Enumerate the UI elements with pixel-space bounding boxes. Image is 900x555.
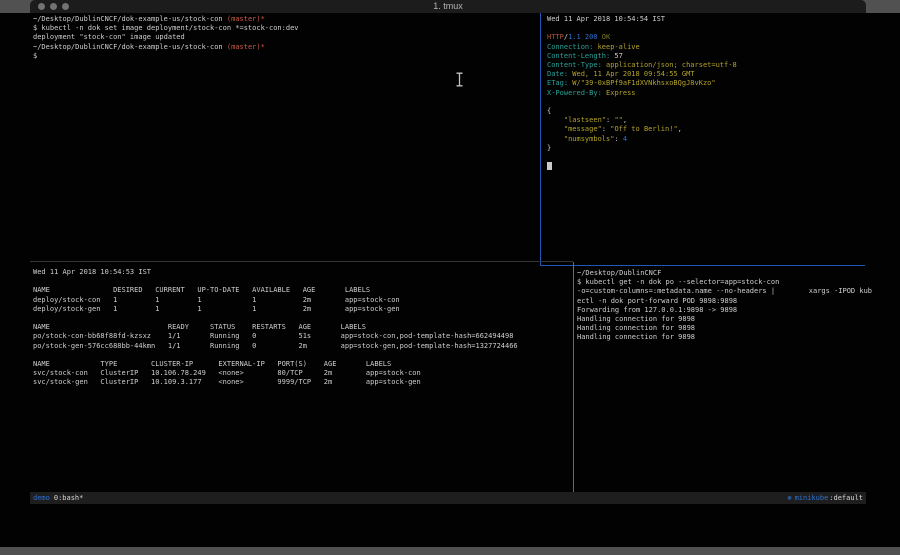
desktop-background: 1. tmux ~/Desktop/DublinCNCF/dok-example…: [0, 0, 900, 555]
minimize-button[interactable]: [50, 3, 57, 10]
pane-divider-left-horizontal[interactable]: [30, 261, 573, 262]
pane-divider-bottom-vertical[interactable]: [573, 262, 574, 492]
tmux-terminal: ~/Desktop/DublinCNCF/dok-example-us/stoc…: [30, 13, 866, 492]
zoom-button[interactable]: [62, 3, 69, 10]
tmux-session-name: demo: [33, 492, 50, 504]
tmux-status-bar: demo 0:bash* ⊛ minikube :default: [30, 492, 866, 504]
kube-context-label: minikube: [795, 492, 829, 504]
close-button[interactable]: [38, 3, 45, 10]
pane-divider-top-vertical[interactable]: [540, 13, 541, 266]
pane-bottom-left-kubectl-watch[interactable]: Wed 11 Apr 2018 10:54:53 IST NAME DESIRE…: [33, 268, 571, 388]
window-title: 1. tmux: [30, 0, 866, 13]
window-titlebar: 1. tmux: [30, 0, 866, 13]
kubernetes-helm-icon: ⊛: [787, 492, 791, 504]
kube-namespace-label: :default: [829, 492, 863, 504]
pane-divider-right-horizontal[interactable]: [541, 265, 865, 266]
traffic-lights: [38, 3, 69, 10]
mouse-ibeam-cursor: [455, 72, 464, 87]
tmux-window-tab[interactable]: 0:bash*: [54, 492, 84, 504]
status-bar-right: ⊛ minikube :default: [787, 492, 863, 504]
pane-top-right-http-response[interactable]: Wed 11 Apr 2018 10:54:54 IST HTTP/1.1 20…: [547, 15, 865, 171]
pane-top-left-shell[interactable]: ~/Desktop/DublinCNCF/dok-example-us/stoc…: [33, 15, 537, 61]
pane-bottom-right-port-forward[interactable]: ~/Desktop/DublinCNCF$ kubectl get -n dok…: [577, 269, 865, 343]
